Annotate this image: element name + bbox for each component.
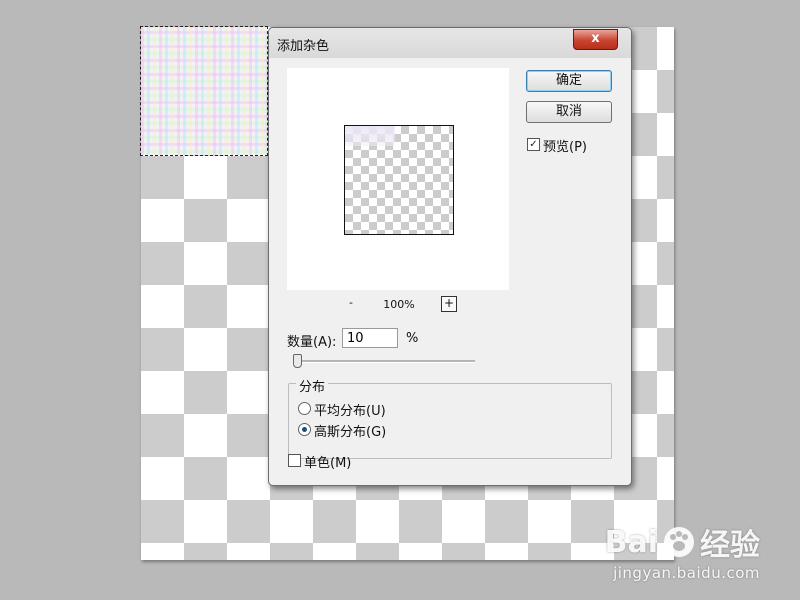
amount-slider-track[interactable] [295, 360, 475, 363]
preview-thumbnail[interactable] [344, 125, 454, 235]
zoom-controls: - 100% + [287, 296, 509, 314]
watermark-brand-suffix: 经验 [700, 528, 760, 563]
uniform-radio[interactable] [298, 402, 311, 415]
zoom-in-button[interactable]: + [441, 296, 457, 312]
zoom-level: 100% [383, 298, 415, 311]
baidu-jingyan-watermark: Bai 经验 jingyan.baidu.com [604, 520, 760, 583]
dialog-title: 添加杂色 [277, 39, 330, 54]
preview-label: 预览(P) [543, 140, 587, 155]
uniform-label[interactable]: 平均分布(U) [314, 400, 386, 419]
checkmark-icon: ✓ [529, 139, 538, 150]
paw-icon [664, 527, 694, 557]
amount-slider-thumb[interactable] [293, 354, 302, 368]
distribution-label: 分布 [296, 376, 329, 395]
zoom-out-button[interactable]: - [345, 296, 357, 309]
amount-label: 数量(A): [287, 335, 337, 350]
close-button[interactable]: x [573, 29, 618, 50]
radio-selected-dot [302, 427, 307, 432]
monochrome-checkbox[interactable] [288, 454, 301, 467]
thumbnail-noise [345, 126, 395, 146]
preview-checkbox[interactable]: ✓ [527, 138, 540, 151]
close-icon: x [591, 31, 600, 46]
watermark-brand: Bai [604, 524, 658, 560]
monochrome-label[interactable]: 单色(M) [304, 452, 351, 471]
amount-input[interactable]: 10 [342, 328, 398, 348]
amount-unit: % [406, 331, 419, 346]
cancel-button[interactable]: 取消 [526, 101, 612, 123]
watermark-url: jingyan.baidu.com [613, 564, 760, 582]
noise-selection[interactable] [140, 26, 268, 156]
gaussian-radio[interactable] [298, 423, 311, 436]
preview-area[interactable] [287, 68, 509, 290]
add-noise-dialog: 添加杂色 x - 100% + 确定 取消 ✓ 预览(P) 数量(A): 10 … [268, 27, 632, 486]
dialog-titlebar[interactable]: 添加杂色 x [269, 28, 631, 58]
gaussian-label[interactable]: 高斯分布(G) [314, 421, 386, 440]
ok-button[interactable]: 确定 [526, 70, 612, 92]
